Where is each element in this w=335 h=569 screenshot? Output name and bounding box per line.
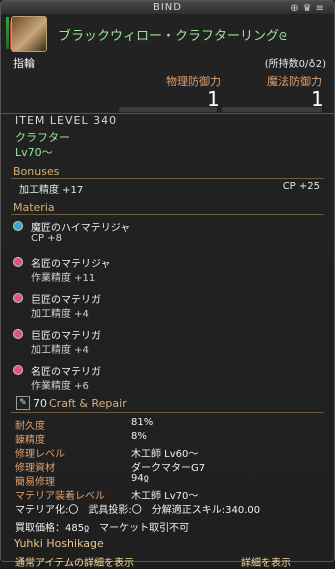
pin-icon[interactable]: ⊕ [290,3,302,14]
crown-icon[interactable]: ♛ [303,3,316,14]
bonus-cp: CP +25 [282,181,320,192]
item-tooltip: BIND ⊕♛≡ ブラックウィロー・クラフターリングᘓ 指輪 (所持数0/♁2)… [0,0,335,569]
bind-label: BIND [153,2,182,13]
materia-bonus: 作業精度 +6 [31,381,89,392]
cr-value: ダークマターG7 [131,463,206,474]
stat-bar-physical [119,107,217,112]
cr-value: 94ჲ [131,473,149,484]
craft-level: 70 [33,397,47,410]
cr-label: 修理資材 [15,463,55,474]
craft-repair-header: Craft & Repair [49,397,127,410]
stat-bar-magic [222,107,322,112]
cr-value: 81% [131,417,154,428]
materia-bonus: 加工精度 +4 [31,345,89,356]
materia-name: 巨匠のマテリガ [31,331,101,342]
owned-count: (所持数0/♁2) [264,59,326,70]
materia-name: 名匠のマテリガ [31,367,101,378]
item-icon[interactable] [11,16,47,52]
materia-slot-icon [13,257,23,267]
section-divider [11,412,324,413]
cr-label: 修理レベル [15,449,65,460]
cr-label: 耐久度 [15,421,45,432]
settings-icon[interactable]: ≡ [316,3,328,14]
materia-header: Materia [13,201,55,214]
item-name: ブラックウィロー・クラフターリングᘓ [58,29,287,44]
cr-label: 簡易修理 [15,477,55,488]
materia-slot-icon [13,221,23,231]
item-category: 指輪 [13,57,35,70]
cr-value: 木工師 Lv70〜 [131,491,199,502]
cr-label: マテリア装着レベル [15,491,105,502]
hq-icon: ᘓ [279,30,287,43]
materia-name: 巨匠のマテリガ [31,295,101,306]
collect-icon: ♁ [308,59,316,70]
materia-slot-icon [13,329,23,339]
materia-slot-icon [13,365,23,375]
title-bar: BIND ⊕♛≡ [1,1,334,14]
item-level: ITEM LEVEL 340 [15,114,118,127]
bonuses-header: Bonuses [13,165,60,178]
section-divider [11,178,324,179]
job-class: クラフター [15,131,70,144]
materia-flags: マテリア化:〇 武具投影:〇 分解適正スキル:340.00 [15,505,261,516]
materia-bonus: 加工精度 +4 [31,309,89,320]
durability-bar [6,17,9,49]
crafter-signature: Yuhki Hoshikage [14,537,104,550]
materia-name: 名匠のマテリジャ [31,259,111,270]
cr-value: 8% [131,431,147,442]
materia-bonus: CP +8 [31,233,62,244]
materia-slot-icon [13,293,23,303]
craft-repair-icon: ✎ [16,396,30,410]
materia-name: 魔匠のハイマテリジャ [31,223,131,234]
section-divider [11,214,324,215]
bonus-craftsmanship: 加工精度 +17 [19,185,84,196]
sell-price: 買取価格：485ჲ マーケット取引不可 [15,523,190,534]
cr-value: 木工師 Lv60〜 [131,449,199,460]
corner-icons: ⊕♛≡ [290,2,328,15]
materia-bonus: 作業精度 +11 [31,273,96,284]
cr-label: 錬精度 [15,435,45,446]
level-requirement: Lv70〜 [15,146,53,159]
